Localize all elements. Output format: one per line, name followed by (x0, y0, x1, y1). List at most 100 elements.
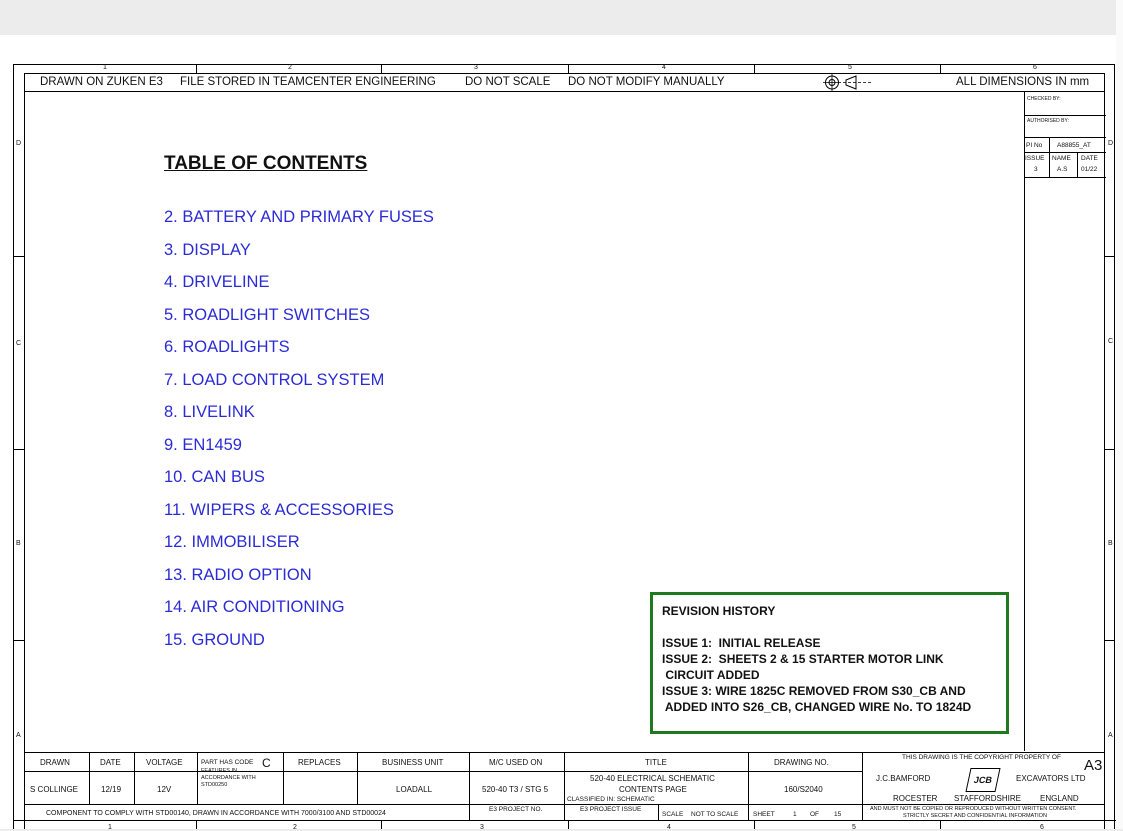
toc-link[interactable]: 15. GROUND (164, 631, 434, 664)
compliance-text: COMPONENT TO COMPLY WITH STD00140, DRAWN… (46, 810, 386, 817)
side-divider (1077, 152, 1078, 177)
revision-line: ISSUE 2: SHEETS 2 & 15 STARTER MOTOR LIN… (662, 652, 944, 666)
tb-divider (357, 752, 358, 804)
zone-tick (13, 640, 24, 641)
zone-col-6-bottom: 6 (1040, 824, 1044, 831)
sheet-value: 1 (793, 811, 797, 818)
zone-row-a-right: A (1108, 732, 1113, 739)
tb-divider (89, 752, 90, 804)
drawing-no-value: 160/S2040 (784, 785, 823, 794)
header-file-stored: FILE STORED IN TEAMCENTER ENGINEERING (180, 76, 436, 88)
pi-no-value: A88855_AT (1057, 142, 1091, 149)
date-label: DATE (1081, 155, 1098, 162)
toc-link[interactable]: 4. DRIVELINE (164, 273, 434, 306)
date-value: 12/19 (101, 785, 122, 794)
toc-link[interactable]: 10. CAN BUS (164, 468, 434, 501)
title-line1: 520-40 ELECTRICAL SCHEMATIC (590, 774, 715, 783)
toc-link[interactable]: 2. BATTERY AND PRIMARY FUSES (164, 208, 434, 241)
zone-tick (196, 64, 197, 73)
toc-link[interactable]: 9. EN1459 (164, 436, 434, 469)
zone-col-2-bottom: 2 (293, 824, 297, 831)
name-value: A.S (1057, 166, 1068, 173)
toc-link[interactable]: 3. DISPLAY (164, 241, 434, 274)
sheet-label: SHEET (753, 811, 775, 818)
of-value: 15 (834, 811, 842, 818)
zone-col-1: 1 (103, 64, 107, 71)
address-3: ENGLAND (1040, 794, 1079, 803)
side-divider (1024, 177, 1106, 178)
toc-link[interactable]: 5. ROADLIGHT SWITCHES (164, 306, 434, 339)
sheet-size: A3 (1084, 757, 1103, 774)
title-block-bottom (13, 820, 1116, 821)
of-label: OF (810, 811, 820, 818)
tb-divider (134, 752, 135, 804)
jcb-logo: JCB (965, 768, 1001, 792)
toc-link[interactable]: 12. IMMOBILISER (164, 533, 434, 566)
zone-col-5-bottom: 5 (852, 824, 856, 831)
toc-link[interactable]: 13. RADIO OPTION (164, 566, 434, 599)
zone-col-1-bottom: 1 (108, 824, 112, 831)
zone-col-5: 5 (848, 64, 852, 71)
toc-link[interactable]: 14. AIR CONDITIONING (164, 598, 434, 631)
business-unit-value: LOADALL (396, 785, 433, 794)
header-dimensions: ALL DIMENSIONS IN mm (956, 76, 1090, 88)
zone-tick (940, 820, 941, 829)
pi-no-label: PI No (1026, 142, 1043, 149)
drawing-no-label: DRAWING NO. (774, 758, 829, 767)
authorised-by-label: AUTHORISED BY: (1027, 118, 1069, 124)
header-do-not-scale: DO NOT SCALE (465, 76, 551, 88)
zone-col-4-bottom: 4 (667, 824, 671, 831)
toc-link[interactable]: 7. LOAD CONTROL SYSTEM (164, 371, 434, 404)
zone-col-6: 6 (1033, 64, 1037, 71)
company-right: EXCAVATORS LTD (1016, 774, 1086, 783)
scrollbar[interactable] (1116, 0, 1123, 829)
replaces-label: REPLACES (298, 758, 341, 767)
zone-col-3: 3 (474, 64, 478, 71)
part-code-value: C (262, 756, 271, 770)
zone-tick (754, 64, 755, 73)
toc-link[interactable]: 6. ROADLIGHTS (164, 338, 434, 371)
features-text: FEATURES IN ACCORDANCE WITH STD00250 (201, 768, 256, 788)
tb-divider (469, 752, 470, 820)
tb-divider (283, 752, 284, 804)
mc-used-on-value: 520-40 T3 / STG 5 (482, 785, 549, 794)
zone-row-b: B (16, 540, 21, 547)
scale-value: NOT TO SCALE (691, 811, 739, 818)
toc-link[interactable]: 8. LIVELINK (164, 403, 434, 436)
tb-divider (658, 804, 659, 820)
confidential-1: AND MUST NOT BE COPIED OR REPRODUCED WIT… (870, 806, 1077, 812)
issue-label: ISSUE (1025, 155, 1045, 162)
revision-history-title: REVISION HISTORY (662, 604, 776, 618)
zone-row-c-right: C (1108, 338, 1114, 345)
toc-link[interactable]: 11. WIPERS & ACCESSORIES (164, 501, 434, 534)
header-do-not-modify: DO NOT MODIFY MANUALLY (568, 76, 725, 88)
side-divider (1024, 115, 1106, 116)
part-code-label: PART HAS CODE (201, 759, 254, 766)
toc-title: TABLE OF CONTENTS (164, 153, 368, 174)
header-drawn-on: DRAWN ON ZUKEN E3 (40, 76, 163, 88)
classified-text: CLASSIFIED IN: SCHEMATIC (567, 796, 655, 803)
date-value: 01/22 (1081, 166, 1098, 173)
zone-row-c: C (16, 340, 22, 347)
title-label: TITLE (645, 758, 667, 767)
zone-tick (940, 64, 941, 73)
tb-divider (564, 752, 565, 820)
side-divider (1049, 137, 1050, 177)
scale-label: SCALE (662, 811, 684, 818)
e3-project-no: E3 PROJECT NO. (489, 806, 543, 813)
zone-row-a: A (16, 732, 21, 739)
header-divider (24, 91, 1105, 92)
side-divider (1024, 152, 1106, 153)
tb-divider (748, 752, 749, 820)
zone-tick (381, 820, 382, 829)
zone-col-4: 4 (662, 64, 666, 71)
e3-project-issue: E3 PROJECT ISSUE (580, 806, 642, 813)
zone-tick (568, 820, 569, 829)
confidential-2: STRICTLY SECRET AND CONFIDENTIAL INFORMA… (903, 813, 1047, 819)
title-block-row (24, 771, 862, 772)
side-divider (1024, 137, 1106, 138)
date-label: DATE (100, 758, 121, 767)
checked-by-label: CHECKED BY: (1027, 96, 1061, 102)
copyright-text: THIS DRAWING IS THE COPYRIGHT PROPERTY O… (902, 754, 1061, 761)
